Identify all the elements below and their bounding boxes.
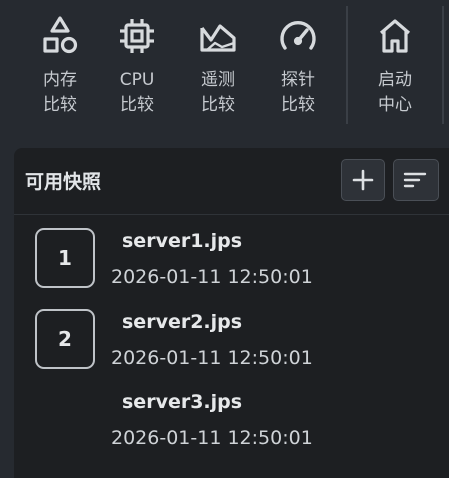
snapshot-item[interactable]: 1 server1.jps 2026-01-11 12:50:01	[14, 228, 449, 308]
area-chart-icon	[198, 14, 238, 58]
snapshot-item[interactable]: 2 server2.jps 2026-01-11 12:50:01	[14, 309, 449, 389]
toolbar-label-line2: 比较	[43, 95, 77, 115]
add-snapshot-button[interactable]	[341, 159, 385, 201]
snapshot-name: server2.jps	[122, 311, 243, 333]
toolbar-divider	[442, 6, 444, 124]
toolbar-label-line2: 比较	[201, 95, 235, 115]
snapshot-timestamp: 2026-01-11 12:50:01	[111, 347, 313, 369]
toolbar-label-line2: 中心	[378, 95, 412, 115]
panel-header: 可用快照	[14, 148, 449, 215]
snapshot-index-badge: 2	[35, 309, 95, 369]
toolbar-label-line1: 遥测	[201, 70, 235, 90]
sort-lines-icon	[403, 172, 427, 188]
toolbar-cpu-compare[interactable]: CPU 比较	[105, 10, 169, 122]
toolbar-label-line2: 比较	[120, 95, 154, 115]
snapshot-item[interactable]: server3.jps 2026-01-11 12:50:01	[14, 389, 449, 469]
sort-snapshots-button[interactable]	[393, 159, 439, 201]
toolbar-label-line2: 比较	[281, 95, 315, 115]
toolbar-memory-compare[interactable]: 内存 比较	[28, 10, 92, 122]
snapshot-timestamp: 2026-01-11 12:50:01	[111, 427, 313, 449]
toolbar-label-line1: 启动	[378, 70, 412, 90]
toolbar-launch-center[interactable]: 启动 中心	[363, 10, 427, 122]
panel-title: 可用快照	[25, 171, 102, 193]
toolbar-label-line1: 探针	[281, 70, 315, 90]
snapshot-timestamp: 2026-01-11 12:50:01	[111, 266, 313, 288]
plus-icon	[352, 169, 374, 191]
shapes-icon	[40, 14, 80, 58]
toolbar-divider	[346, 6, 348, 124]
snapshot-name: server1.jps	[122, 230, 243, 252]
toolbar-telemetry-compare[interactable]: 遥测 比较	[186, 10, 250, 122]
snapshot-index-badge: 1	[35, 228, 95, 288]
snapshot-name: server3.jps	[122, 391, 243, 413]
toolbar-label-line1: CPU	[119, 70, 155, 90]
home-icon	[375, 14, 415, 58]
snapshot-panel: 可用快照 1 server1.jps 2026-01-11 12:50:01 2…	[14, 148, 449, 478]
gauge-icon	[278, 14, 318, 58]
toolbar: 内存 比较 CPU 比较 遥测 比较 探针 比较 启动 中心	[0, 0, 449, 130]
toolbar-probe-compare[interactable]: 探针 比较	[266, 10, 330, 122]
cpu-chip-icon	[117, 14, 157, 58]
toolbar-label-line1: 内存	[43, 70, 77, 90]
